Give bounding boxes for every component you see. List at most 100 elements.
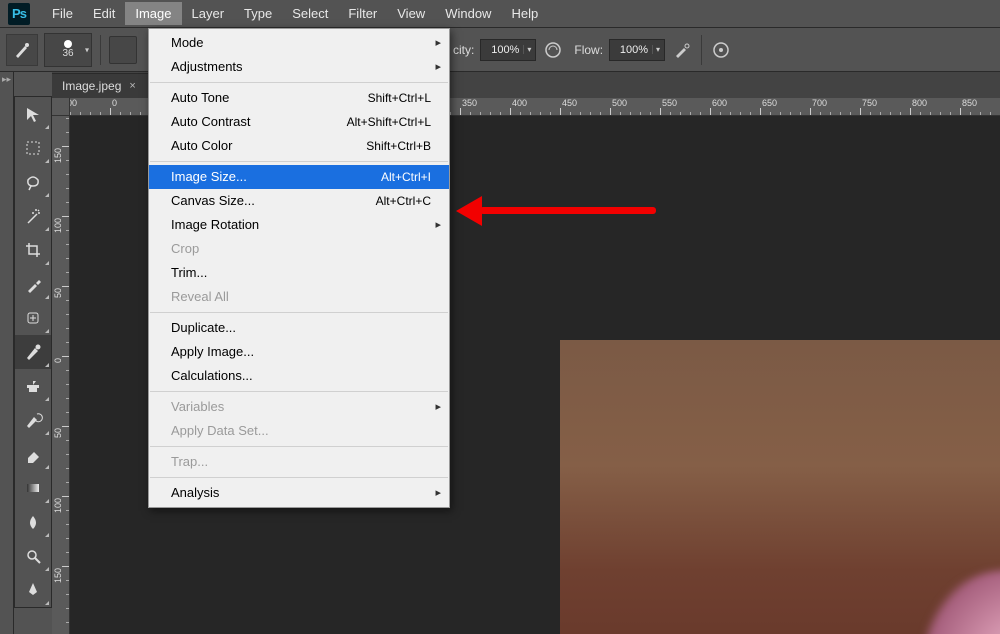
separator [100,35,101,65]
menu-item-label: Canvas Size... [171,192,255,210]
menu-separator [150,477,448,478]
flow-field[interactable]: 100%▾ [609,39,665,61]
tools-panel [14,96,52,608]
menu-item-analysis[interactable]: Analysis [149,481,449,505]
image-menu-dropdown: ModeAdjustmentsAuto ToneShift+Ctrl+LAuto… [148,28,450,508]
arrow-head-icon [456,196,482,226]
brush-preset-picker[interactable]: 36 ▾ [44,33,92,67]
opacity-value: 100% [485,44,523,56]
menu-item-calculations[interactable]: Calculations... [149,364,449,388]
dodge-tool[interactable] [15,539,51,573]
menu-item-label: Duplicate... [171,319,236,337]
marquee-tool[interactable] [15,131,51,165]
menu-item-auto-contrast[interactable]: Auto Contrast Alt+Shift+Ctrl+L [149,110,449,134]
app-logo-text: Ps [12,6,26,21]
menu-select[interactable]: Select [282,2,338,25]
menu-item-canvas-size[interactable]: Canvas Size... Alt+Ctrl+C [149,189,449,213]
menu-item-mode[interactable]: Mode [149,31,449,55]
opacity-field[interactable]: 100%▾ [480,39,536,61]
eraser-tool[interactable] [15,437,51,471]
menu-item-reveal-all: Reveal All [149,285,449,309]
menu-item-variables: Variables [149,395,449,419]
airbrush-icon[interactable] [671,39,693,61]
brush-preview-icon [64,40,72,48]
menu-item-label: Variables [171,398,224,416]
menu-separator [150,82,448,83]
crop-tool[interactable] [15,233,51,267]
menu-item-auto-tone[interactable]: Auto Tone Shift+Ctrl+L [149,86,449,110]
menu-item-label: Analysis [171,484,219,502]
menu-item-shortcut: Alt+Shift+Ctrl+L [347,113,431,131]
menu-item-label: Auto Color [171,137,232,155]
menu-type[interactable]: Type [234,2,282,25]
menu-separator [150,391,448,392]
menu-bar: Ps FileEditImageLayerTypeSelectFilterVie… [0,0,1000,28]
menu-layer[interactable]: Layer [182,2,235,25]
menu-separator [150,312,448,313]
menu-item-label: Trap... [171,453,208,471]
menu-separator [150,446,448,447]
menu-item-shortcut: Shift+Ctrl+B [366,137,431,155]
menu-item-auto-color[interactable]: Auto Color Shift+Ctrl+B [149,134,449,158]
arrow-line [480,207,656,214]
menu-window[interactable]: Window [435,2,501,25]
pen-tool[interactable] [15,573,51,607]
clone-stamp-tool[interactable] [15,369,51,403]
magic-wand-tool[interactable] [15,199,51,233]
ruler-origin[interactable] [52,98,70,116]
menu-image[interactable]: Image [125,2,181,25]
move-tool[interactable] [15,97,51,131]
ruler-vertical[interactable]: 20015010050050100150200 [52,116,70,634]
brush-tool[interactable] [15,335,51,369]
menu-item-label: Calculations... [171,367,253,385]
menu-item-label: Adjustments [171,58,243,76]
image-content [920,570,1000,634]
menu-item-label: Reveal All [171,288,229,306]
menu-filter[interactable]: Filter [338,2,387,25]
menu-item-trim[interactable]: Trim... [149,261,449,285]
history-brush-tool[interactable] [15,403,51,437]
menu-item-label: Image Size... [171,168,247,186]
eyedropper-tool[interactable] [15,267,51,301]
menu-item-label: Auto Contrast [171,113,251,131]
menu-view[interactable]: View [387,2,435,25]
menu-separator [150,161,448,162]
menu-item-crop: Crop [149,237,449,261]
brush-size-value: 36 [62,48,73,59]
menu-item-label: Trim... [171,264,207,282]
menu-item-label: Auto Tone [171,89,229,107]
panel-collapse-strip[interactable]: ▸▸ [0,72,14,634]
healing-brush-tool[interactable] [15,301,51,335]
document-tab-title: Image.jpeg [62,79,121,93]
tool-preset-picker[interactable] [6,34,38,66]
menu-item-image-rotation[interactable]: Image Rotation [149,213,449,237]
brush-panel-toggle[interactable] [109,36,137,64]
menu-item-label: Crop [171,240,199,258]
document-image [560,340,1000,634]
annotation-arrow [456,200,656,220]
app-logo: Ps [8,3,30,25]
gradient-tool[interactable] [15,471,51,505]
menu-item-shortcut: Alt+Ctrl+I [381,168,431,186]
document-tab[interactable]: Image.jpeg × [52,73,149,98]
menu-item-shortcut: Alt+Ctrl+C [376,192,431,210]
menu-item-shortcut: Shift+Ctrl+L [368,89,431,107]
tablet-pressure-opacity-icon[interactable] [542,39,564,61]
tablet-pressure-size-icon[interactable] [710,39,732,61]
menu-item-image-size[interactable]: Image Size... Alt+Ctrl+I [149,165,449,189]
separator [701,35,702,65]
menu-item-label: Mode [171,34,204,52]
menu-edit[interactable]: Edit [83,2,125,25]
menu-item-adjustments[interactable]: Adjustments [149,55,449,79]
chevron-down-icon: ▾ [652,45,660,54]
blur-tool[interactable] [15,505,51,539]
menu-help[interactable]: Help [501,2,548,25]
menu-item-apply-image[interactable]: Apply Image... [149,340,449,364]
close-icon[interactable]: × [129,80,135,92]
opacity-label: city: [453,43,474,57]
menu-item-duplicate[interactable]: Duplicate... [149,316,449,340]
menu-item-apply-data-set: Apply Data Set... [149,419,449,443]
menu-file[interactable]: File [42,2,83,25]
lasso-tool[interactable] [15,165,51,199]
flow-label: Flow: [574,43,603,57]
